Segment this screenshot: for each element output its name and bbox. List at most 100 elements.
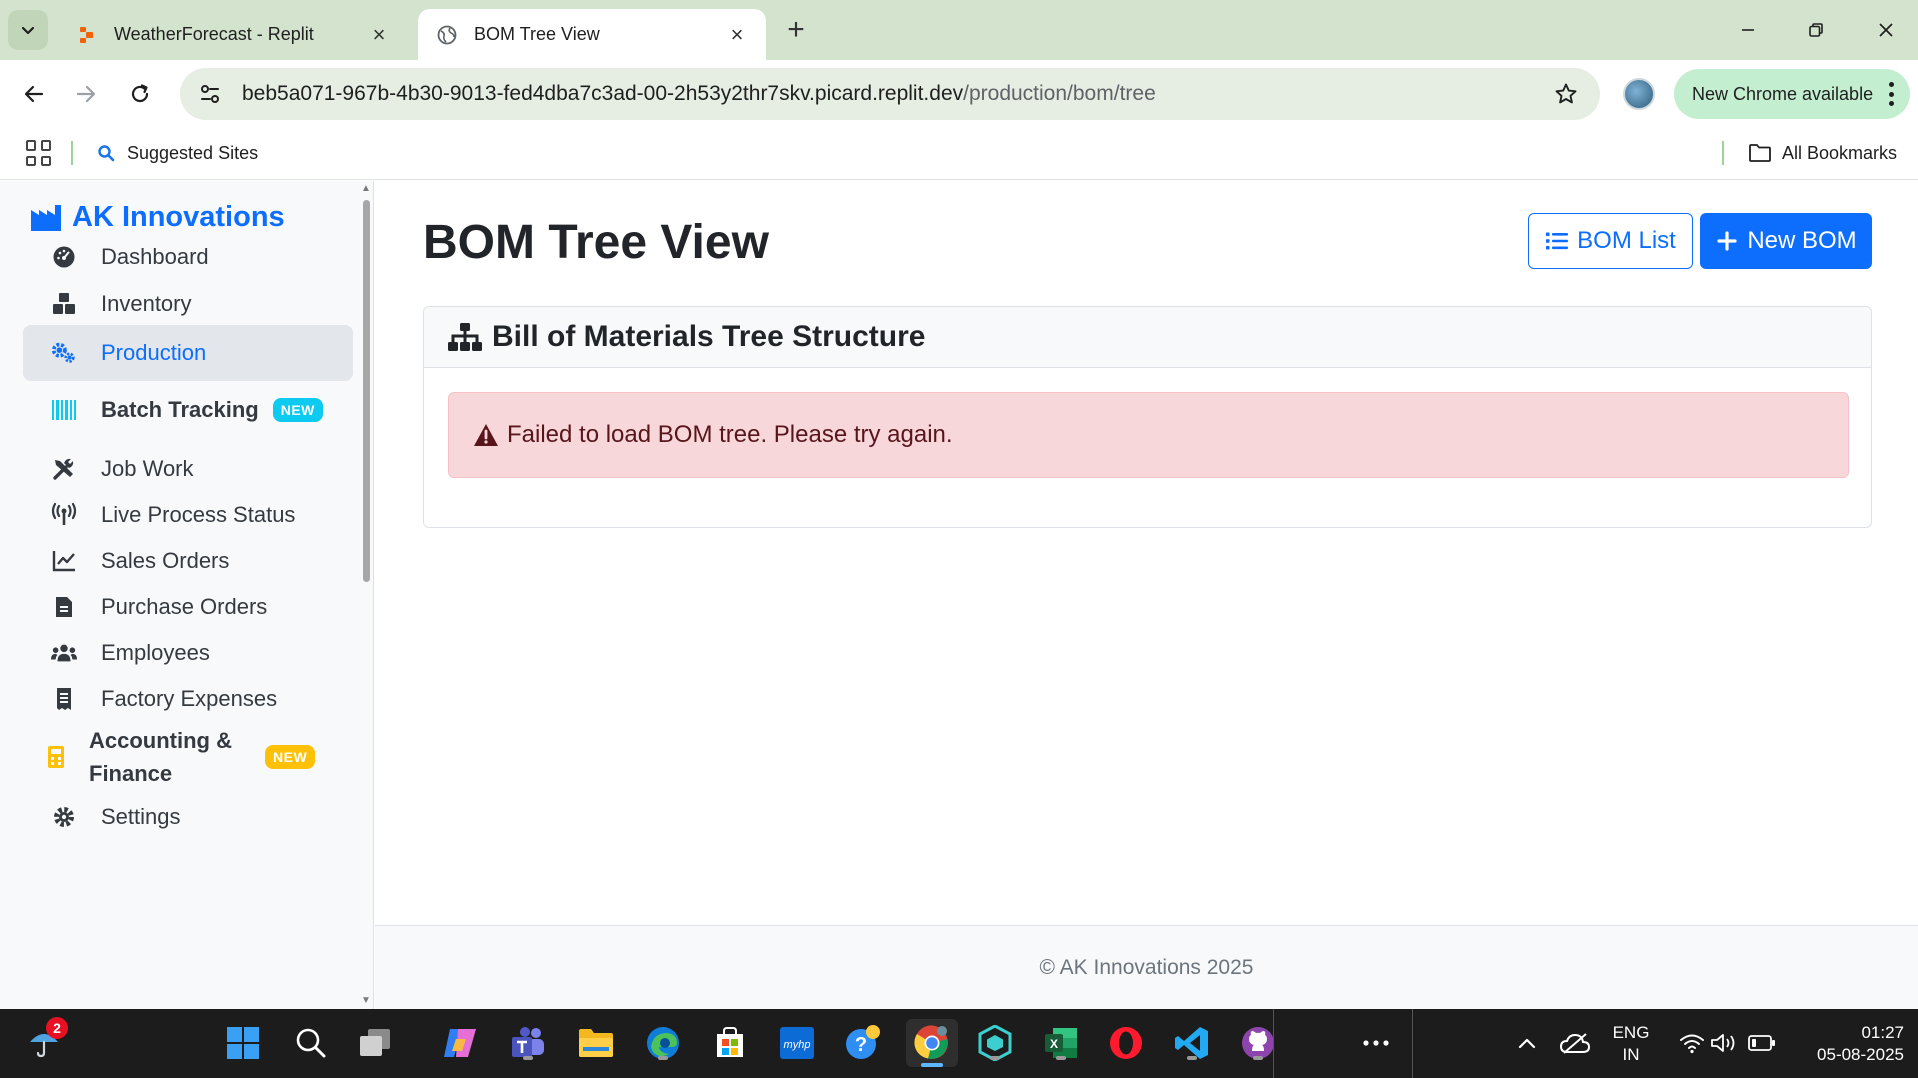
nav-label: Live Process Status (101, 502, 296, 527)
profile-avatar[interactable] (1623, 78, 1655, 110)
bom-tree-card: Bill of Materials Tree Structure Failed … (423, 306, 1872, 528)
replit-icon (76, 24, 98, 46)
taskbar-overflow-button[interactable] (1354, 1021, 1398, 1065)
taskbar-copilot[interactable] (438, 1021, 482, 1065)
broadcast-icon (51, 502, 77, 528)
arrow-right-icon (76, 85, 96, 103)
taskbar-file-explorer[interactable] (574, 1021, 618, 1065)
nav-factory-expenses[interactable]: Factory Expenses (23, 671, 353, 727)
url-host: beb5a071-967b-4b30-9013-fed4dba7c3ad-00-… (242, 82, 964, 105)
scroll-down-icon[interactable]: ▼ (361, 996, 371, 1006)
svg-text:X: X (1050, 1037, 1058, 1051)
minimize-icon (1742, 29, 1754, 31)
running-indicator-active (921, 1063, 943, 1067)
page-title: BOM Tree View (423, 216, 769, 269)
running-indicator (658, 1056, 668, 1060)
page-footer: © AK Innovations 2025 (375, 925, 1918, 1009)
nav-label: Sales Orders (101, 548, 230, 573)
more-menu-icon[interactable] (1888, 82, 1894, 106)
new-tab-button[interactable]: + (780, 13, 812, 46)
back-button[interactable] (14, 74, 54, 114)
show-hidden-icons-button[interactable] (1505, 1021, 1549, 1065)
list-icon (1545, 229, 1569, 253)
start-button[interactable] (221, 1021, 265, 1065)
button-label: BOM List (1577, 227, 1676, 254)
nav-inventory[interactable]: Inventory (23, 276, 353, 332)
taskbar-opera[interactable] (1104, 1021, 1148, 1065)
tab-search-button[interactable] (8, 10, 48, 50)
restore-button[interactable] (1788, 10, 1844, 50)
store-icon (717, 1027, 743, 1057)
volume-icon (1711, 1034, 1735, 1052)
nav-label: Inventory (101, 291, 192, 316)
nav-settings[interactable]: Settings (23, 789, 353, 845)
restore-icon (1809, 23, 1823, 37)
tab-title: BOM Tree View (474, 24, 600, 44)
nav-label: Production (101, 340, 207, 365)
bom-list-button[interactable]: BOM List (1528, 213, 1693, 269)
receipt-icon (51, 686, 77, 712)
scroll-up-icon[interactable]: ▲ (361, 184, 371, 194)
footer-text: © AK Innovations 2025 (1039, 955, 1254, 979)
opera-icon (1110, 1027, 1142, 1059)
new-bom-button[interactable]: New BOM (1700, 213, 1872, 269)
sidebar-scrollbar-thumb[interactable] (363, 200, 370, 582)
svg-text:myhp: myhp (784, 1039, 811, 1051)
error-alert: Failed to load BOM tree. Please try agai… (448, 392, 1849, 478)
taskbar-teams[interactable] (506, 1021, 550, 1065)
taskbar-chrome[interactable] (906, 1019, 958, 1067)
task-view-button[interactable] (353, 1021, 397, 1065)
taskbar-vscode[interactable] (1170, 1021, 1214, 1065)
calculator-icon (43, 744, 69, 770)
language-indicator[interactable]: ENG IN (1606, 1022, 1656, 1066)
taskbar-store[interactable] (708, 1021, 752, 1065)
nav-production[interactable]: Production (23, 325, 353, 381)
nav-label: Job Work (101, 456, 194, 481)
help-icon: ? (846, 1025, 880, 1059)
chrome-update-button[interactable]: New Chrome available (1674, 69, 1910, 119)
battery-button[interactable] (1740, 1021, 1784, 1065)
nav-accounting-finance[interactable]: Accounting & Finance NEW (23, 722, 353, 792)
all-bookmarks-button[interactable]: All Bookmarks (1748, 138, 1897, 168)
barcode-icon (51, 397, 77, 423)
cloud-icon (1560, 1033, 1590, 1054)
taskbar-myhp[interactable]: myhp (775, 1021, 819, 1065)
browser-toolbar: beb5a071-967b-4b30-9013-fed4dba7c3ad-00-… (0, 60, 1918, 128)
gears-icon (51, 340, 77, 366)
minimize-button[interactable] (1720, 10, 1776, 50)
error-message: Failed to load BOM tree. Please try agai… (507, 421, 953, 448)
bookmark-star-icon[interactable] (1552, 80, 1580, 108)
site-info-icon[interactable] (184, 68, 236, 120)
onedrive-status[interactable] (1553, 1021, 1597, 1065)
bookmark-label: All Bookmarks (1782, 142, 1898, 163)
tab-bom-tree-view[interactable]: BOM Tree View × (418, 9, 766, 60)
apps-grid-icon[interactable] (26, 140, 52, 166)
forward-button[interactable] (66, 74, 106, 114)
running-indicator (1187, 1056, 1197, 1060)
taskbar-excel[interactable]: X (1039, 1021, 1083, 1065)
myhp-icon: myhp (780, 1027, 814, 1059)
task-view-icon (360, 1029, 390, 1056)
clock[interactable]: 01:27 05-08-2025 (1794, 1022, 1904, 1066)
tab-weatherforecast[interactable]: WeatherForecast - Replit × (58, 9, 408, 60)
gear-icon (51, 804, 77, 830)
bookmark-label: Suggested Sites (127, 142, 259, 163)
browser-tabstrip: WeatherForecast - Replit × BOM Tree View… (0, 0, 1918, 60)
reload-button[interactable] (120, 74, 160, 114)
teams-icon (512, 1027, 544, 1057)
bookmark-suggested-sites[interactable]: Suggested Sites (97, 138, 258, 168)
close-window-button[interactable] (1858, 10, 1914, 50)
chevron-up-icon (1518, 1038, 1536, 1049)
close-icon (1879, 23, 1893, 37)
tab-title: WeatherForecast - Replit (114, 24, 314, 44)
nav-label: Dashboard (101, 244, 209, 269)
bookmarks-bar: Suggested Sites All Bookmarks (0, 128, 1918, 180)
close-icon[interactable]: × (368, 22, 390, 47)
taskbar-search-button[interactable] (289, 1021, 333, 1065)
close-icon[interactable]: × (726, 22, 748, 47)
taskbar-edge[interactable] (641, 1021, 685, 1065)
taskbar-get-help[interactable]: ? (841, 1021, 885, 1065)
taskbar-cursor-app[interactable] (973, 1021, 1017, 1065)
address-bar[interactable]: beb5a071-967b-4b30-9013-fed4dba7c3ad-00-… (180, 68, 1600, 120)
nav-batch-tracking[interactable]: Batch Tracking NEW (23, 379, 353, 441)
